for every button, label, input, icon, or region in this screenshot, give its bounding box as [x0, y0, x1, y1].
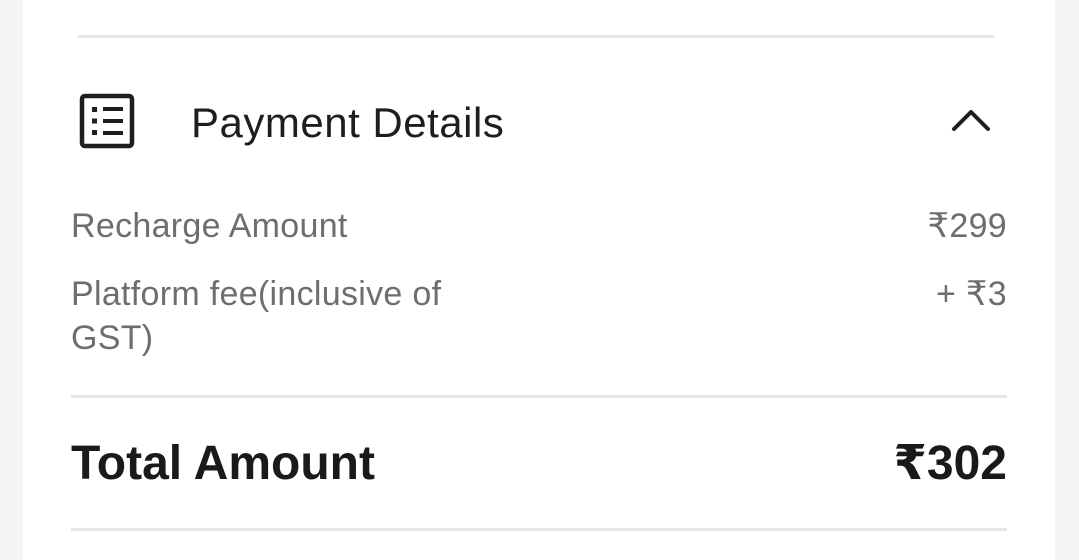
- recharge-amount-label: Recharge Amount: [71, 207, 348, 245]
- total-amount-value: ₹302: [893, 437, 1007, 490]
- platform-fee-row: Platform fee(inclusive of GST) + ₹3: [71, 272, 1007, 364]
- platform-fee-label: Platform fee(inclusive of GST): [71, 275, 442, 357]
- payment-card: Payment Details Recharge Amount ₹299 Pla…: [23, 0, 1055, 560]
- total-divider: [71, 395, 1007, 398]
- bottom-divider: [71, 528, 1007, 531]
- payment-details-header[interactable]: Payment Details: [23, 80, 1055, 164]
- total-amount-row: Total Amount ₹302: [71, 434, 1007, 494]
- total-amount-label: Total Amount: [71, 437, 375, 490]
- recharge-amount-value: ₹299: [927, 207, 1007, 245]
- platform-fee-value: + ₹3: [935, 275, 1007, 313]
- chevron-up-icon[interactable]: [943, 100, 999, 144]
- top-divider: [78, 35, 994, 38]
- section-title: Payment Details: [191, 99, 505, 146]
- receipt-list-icon: [79, 93, 135, 149]
- recharge-amount-row: Recharge Amount ₹299: [71, 204, 1007, 250]
